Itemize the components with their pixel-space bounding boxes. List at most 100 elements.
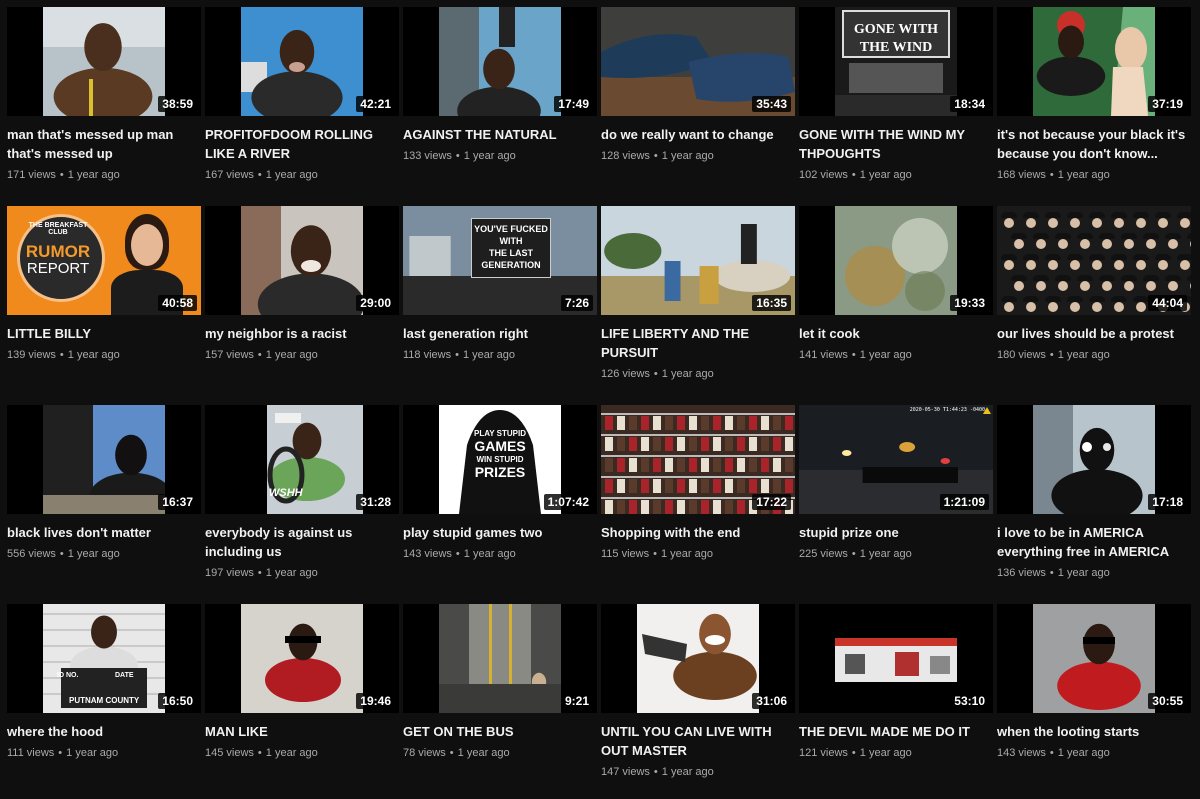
thumbnail-image [43,7,165,116]
video-meta: 141 views • 1 year ago [799,348,993,362]
video-card[interactable]: 31:06 UNTIL YOU CAN LIVE WITH OUT MASTER… [601,604,795,799]
meta-separator: • [449,747,454,759]
video-card[interactable]: 37:19 it's not because your black it's b… [997,7,1191,202]
video-title[interactable]: AGAINST THE NATURAL [403,125,597,144]
duration-badge: 53:10 [950,693,989,709]
video-title[interactable]: UNTIL YOU CAN LIVE WITH OUT MASTER [601,722,795,760]
video-card[interactable]: WSHH 31:28 everybody is against us inclu… [205,405,399,600]
video-title[interactable]: Shopping with the end [601,523,795,542]
video-card[interactable]: 42:21 PROFITOFDOOM ROLLING LIKE A RIVER … [205,7,399,202]
video-thumbnail[interactable]: PLAY STUPID GAMES WIN STUPID PRIZES 1:07… [403,405,597,514]
video-title[interactable]: our lives should be a protest [997,324,1191,343]
video-title[interactable]: last generation right [403,324,597,343]
video-card[interactable]: 2020-05-30 T1:44:23 -0400 1:21:09 stupid… [799,405,993,600]
view-count: 141 views [799,349,848,361]
video-title[interactable]: it's not because your black it's because… [997,125,1191,163]
video-title[interactable]: where the hood [7,722,201,741]
meta-separator: • [653,548,657,560]
video-thumbnail[interactable]: WSHH 31:28 [205,405,399,514]
video-thumbnail[interactable]: 44:04 [997,206,1191,315]
video-thumbnail[interactable]: GONE WITH THE WIND 18:34 [799,7,993,116]
thumbnail-image [241,604,363,713]
video-card[interactable]: 16:37 black lives don't matter 556 views… [7,405,201,600]
video-title[interactable]: play stupid games two [403,523,597,542]
video-card[interactable]: PLAY STUPID GAMES WIN STUPID PRIZES 1:07… [403,405,597,600]
video-title[interactable]: stupid prize one [799,523,993,542]
video-thumbnail[interactable]: 31:06 [601,604,795,713]
video-card[interactable]: 17:22 Shopping with the end 115 views • 1 … [601,405,795,600]
video-card[interactable]: GONE WITH THE WIND 18:34 GONE WITH THE W… [799,7,993,202]
video-thumbnail[interactable]: 53:10 [799,604,993,713]
view-count: 157 views [205,349,254,361]
video-meta: 197 views • 1 year ago [205,566,399,580]
meta-separator: • [851,169,856,181]
upload-age: 1 year ago [859,349,912,361]
video-title[interactable]: everybody is against us including us [205,523,399,561]
video-thumbnail[interactable]: 2020-05-30 T1:44:23 -0400 1:21:09 [799,405,993,514]
video-card[interactable]: 44:04 our lives should be a protest 180 … [997,206,1191,401]
video-thumbnail[interactable]: ID NO. DATE PUTNAM COUNTY 16:50 [7,604,201,713]
upload-age: 1 year ago [265,747,318,759]
video-title[interactable]: LIFE LIBERTY AND THE PURSUIT [601,324,795,362]
video-title[interactable]: MAN LIKE [205,722,399,741]
video-title[interactable]: THE DEVIL MADE ME DO IT [799,722,993,741]
video-card[interactable]: 17:18 i love to be in AMERICA everything… [997,405,1191,600]
video-card[interactable]: 17:49 AGAINST THE NATURAL 133 views • 1 ye… [403,7,597,202]
thumbnail-image [439,405,561,514]
video-card[interactable]: 9:21 GET ON THE BUS 78 views • 1 year ago [403,604,597,799]
upload-age: 1 year ago [661,766,714,778]
video-thumbnail[interactable]: 38:59 [7,7,201,116]
video-title[interactable]: let it cook [799,324,993,343]
meta-separator: • [59,349,64,361]
video-thumbnail[interactable]: YOU'VE FUCKED WITH THE LAST GENERATION 7… [403,206,597,315]
video-thumbnail[interactable]: 17:22 [601,405,795,514]
video-card[interactable]: YOU'VE FUCKED WITH THE LAST GENERATION 7… [403,206,597,401]
video-card[interactable]: 19:33 let it cook 141 views • 1 year ago [799,206,993,401]
duration-badge: 17:49 [554,96,593,112]
video-card[interactable]: 35:43 do we really want to change 128 vi… [601,7,795,202]
video-card[interactable]: 53:10 THE DEVIL MADE ME DO IT 121 views •… [799,604,993,799]
video-meta: 128 views • 1 year ago [601,149,795,163]
video-thumbnail[interactable]: 37:19 [997,7,1191,116]
thumbnail-image: GONE WITH THE WIND [835,7,957,116]
video-thumbnail[interactable]: 19:46 [205,604,399,713]
video-thumbnail[interactable]: 17:49 [403,7,597,116]
video-title[interactable]: do we really want to change [601,125,795,144]
video-title[interactable]: PROFITOFDOOM ROLLING LIKE A RIVER [205,125,399,163]
video-card[interactable]: 29:00 my neighbor is a racist 157 views •… [205,206,399,401]
upload-age: 1 year ago [661,150,714,162]
video-thumbnail[interactable]: THE BREAKFAST CLUB RUMOR REPORT 40:58 [7,206,201,315]
video-meta: 167 views • 1 year ago [205,168,399,182]
video-thumbnail[interactable]: 30:55 [997,604,1191,713]
meta-separator: • [1049,349,1054,361]
video-title[interactable]: GET ON THE BUS [403,722,597,741]
video-card[interactable]: 38:59 man that's messed up man that's me… [7,7,201,202]
video-thumbnail[interactable]: 29:00 [205,206,399,315]
video-thumbnail[interactable]: 42:21 [205,7,399,116]
view-count: 143 views [403,548,452,560]
video-card[interactable]: THE BREAKFAST CLUB RUMOR REPORT 40:58 LI… [7,206,201,401]
video-thumbnail[interactable]: 9:21 [403,604,597,713]
video-title[interactable]: when the looting starts [997,722,1191,741]
video-thumbnail[interactable]: 16:35 [601,206,795,315]
video-thumbnail[interactable]: 16:37 [7,405,201,514]
video-thumbnail[interactable]: 35:43 [601,7,795,116]
duration-badge: 38:59 [158,96,197,112]
video-title[interactable]: GONE WITH THE WIND MY THPOUGHTS [799,125,993,163]
video-title[interactable]: man that's messed up man that's messed u… [7,125,201,163]
video-title[interactable]: LITTLE BILLY [7,324,201,343]
duration-badge: 19:46 [356,693,395,709]
video-thumbnail[interactable]: 19:33 [799,206,993,315]
view-count: 121 views [799,747,848,759]
video-title[interactable]: i love to be in AMERICA everything free … [997,523,1191,561]
thumbnail-image [1033,604,1155,713]
video-thumbnail[interactable]: 17:18 [997,405,1191,514]
video-card[interactable]: 19:46 MAN LIKE 145 views • 1 year ago [205,604,399,799]
upload-age: 1 year ago [1057,349,1110,361]
video-card[interactable]: 30:55 when the looting starts 143 views •… [997,604,1191,799]
video-title[interactable]: black lives don't matter [7,523,201,542]
video-card[interactable]: 16:35 LIFE LIBERTY AND THE PURSUIT 126 v… [601,206,795,401]
video-card[interactable]: ID NO. DATE PUTNAM COUNTY 16:50 where th… [7,604,201,799]
video-title[interactable]: my neighbor is a racist [205,324,399,343]
duration-badge: 37:19 [1148,96,1187,112]
